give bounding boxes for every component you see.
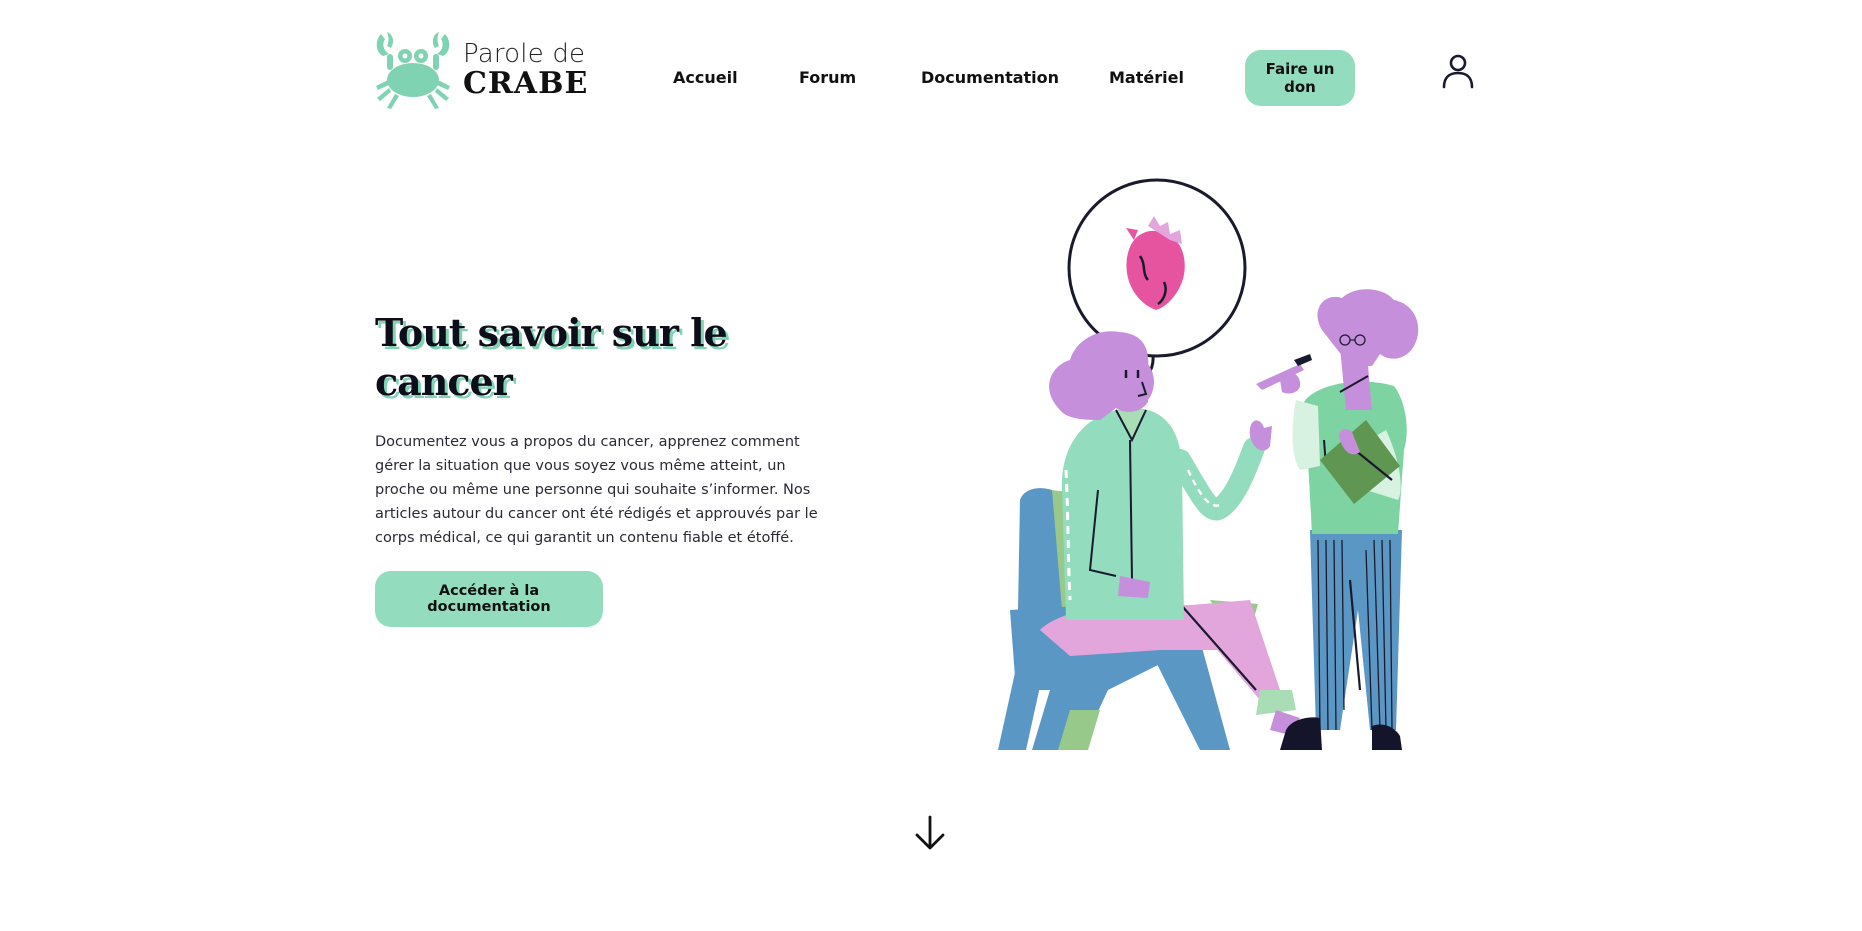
main-nav: Accueil Forum Documentation Matériel Fai…: [0, 50, 1862, 106]
hero-description: Documentez vous a propos du cancer, appr…: [375, 434, 818, 546]
page: Parole de CRABE Accueil Forum Documentat…: [0, 0, 1862, 931]
nav-link-materiel[interactable]: Matériel: [1109, 68, 1184, 87]
donate-button[interactable]: Faire un don: [1245, 50, 1355, 106]
nav-link-forum[interactable]: Forum: [799, 68, 856, 87]
documentation-cta-button[interactable]: Accéder à la documentation: [375, 571, 603, 627]
user-icon[interactable]: [1440, 53, 1476, 89]
nav-link-documentation[interactable]: Documentation: [921, 68, 1059, 87]
patient-doctor-consultation-illustration: [998, 178, 1419, 750]
nav-link-accueil[interactable]: Accueil: [673, 68, 738, 87]
arrow-down-icon[interactable]: [914, 815, 946, 851]
hero-title: Tout savoir sur le cancer: [375, 310, 728, 404]
